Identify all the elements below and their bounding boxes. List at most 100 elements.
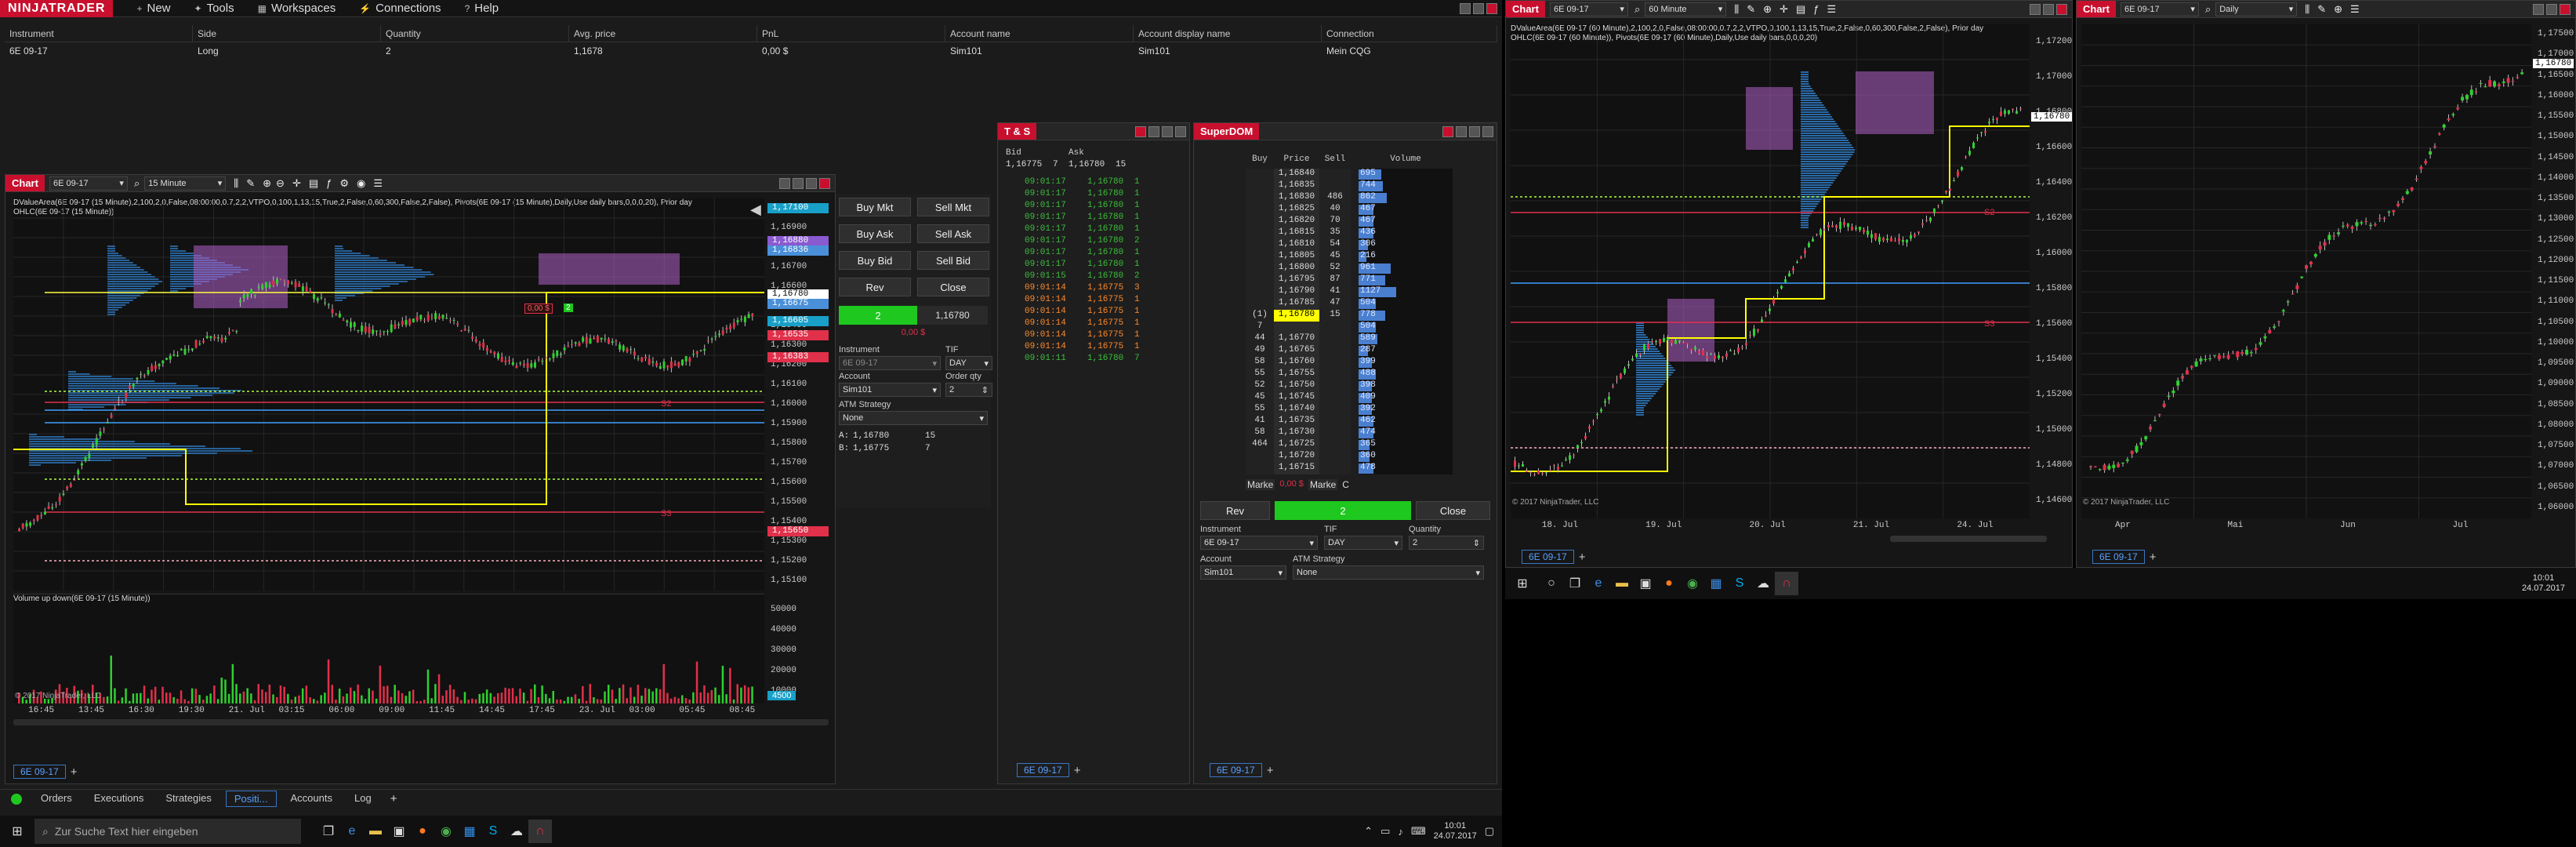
- sell-ask-button[interactable]: Sell Ask: [917, 224, 989, 243]
- instrument-selector[interactable]: 6E 09-17 ▾: [2120, 2, 2199, 16]
- dom-sell-cell[interactable]: [1319, 169, 1351, 180]
- explorer-icon[interactable]: ▬: [364, 820, 387, 843]
- dom-buy-cell[interactable]: [1246, 251, 1274, 263]
- dom-row[interactable]: 1,16790 41 1127: [1246, 286, 1497, 298]
- dom-row[interactable]: 1,16800 52 961: [1246, 263, 1497, 274]
- dom-tif-select[interactable]: DAY ▾: [1324, 536, 1402, 550]
- dom-sell-cell[interactable]: [1319, 345, 1351, 357]
- menu-item-tools[interactable]: ✦ Tools: [194, 2, 234, 15]
- data-box-icon[interactable]: ▤: [1796, 3, 1805, 16]
- zoom-out-icon[interactable]: ⊖: [276, 177, 285, 190]
- add-tab-icon[interactable]: +: [1579, 551, 1586, 564]
- dom-row[interactable]: 58 1,16730 474: [1246, 427, 1497, 439]
- dom-buy-cell[interactable]: 58: [1246, 357, 1274, 369]
- dom-atm-select[interactable]: None ▾: [1293, 565, 1484, 580]
- search-icon[interactable]: ⌕: [134, 177, 140, 190]
- add-tab-icon[interactable]: +: [71, 765, 78, 779]
- add-tab-icon[interactable]: +: [2150, 551, 2157, 564]
- dom-sell-cell[interactable]: 15: [1319, 310, 1351, 322]
- dom-row[interactable]: 1,16795 87 771: [1246, 274, 1497, 286]
- dom-buy-cell[interactable]: [1246, 298, 1274, 310]
- chart-tab[interactable]: 6E 09-17: [2092, 550, 2145, 564]
- taskbar-search-box[interactable]: ⌕ Zur Suche Text hier eingeben: [34, 819, 301, 844]
- time-axis[interactable]: 18. Jul 19. Jul 20. Jul 21. Jul 24. Jul: [1511, 520, 2030, 533]
- buy-mkt-button[interactable]: Buy Mkt: [839, 198, 911, 216]
- zoom-in-icon[interactable]: ⊕: [2334, 3, 2342, 16]
- dom-buy-cell[interactable]: [1246, 169, 1274, 180]
- price-panel[interactable]: DValueArea(6E 09-17 (60 Minute),2,100,2,…: [1511, 24, 2030, 518]
- interval-selector[interactable]: 15 Minute ▾: [144, 176, 227, 191]
- dom-buy-cell[interactable]: 45: [1246, 392, 1274, 404]
- properties-icon[interactable]: ☰: [1827, 3, 1836, 16]
- ct-tif-select[interactable]: DAY ▾: [945, 356, 992, 370]
- bar-type-icon[interactable]: ⫼: [2305, 3, 2309, 16]
- dom-market-sell[interactable]: Marke: [1308, 479, 1338, 490]
- ts-tab[interactable]: 6E 09-17: [1017, 763, 1069, 777]
- notifications-icon[interactable]: ▢: [1485, 825, 1494, 838]
- dom-row[interactable]: 1,16835 744: [1246, 180, 1497, 192]
- cc-tab[interactable]: Log: [346, 791, 379, 807]
- cc-tab[interactable]: Strategies: [158, 791, 220, 807]
- chart-trader-icon[interactable]: ◉: [357, 177, 365, 190]
- buy-ask-button[interactable]: Buy Ask: [839, 224, 911, 243]
- dom-sell-cell[interactable]: [1319, 404, 1351, 416]
- dom-buy-cell[interactable]: 49: [1246, 345, 1274, 357]
- time-axis[interactable]: Apr Mai Jun Jul: [2081, 520, 2531, 533]
- dom-row[interactable]: 58 1,16760 399: [1246, 357, 1497, 369]
- dom-buy-cell[interactable]: 7: [1246, 322, 1274, 333]
- dom-sell-cell[interactable]: [1319, 463, 1351, 474]
- skype-icon[interactable]: S: [1728, 572, 1751, 595]
- dom-row[interactable]: 7 504: [1246, 322, 1497, 333]
- dom-row[interactable]: 1,16785 47 504: [1246, 298, 1497, 310]
- search-icon[interactable]: ○: [1540, 572, 1563, 595]
- indicators-icon[interactable]: ƒ: [1813, 3, 1819, 15]
- dom-market-buy[interactable]: Marke: [1246, 479, 1275, 490]
- dom-instrument-select[interactable]: 6E 09-17 ▾: [1200, 536, 1318, 550]
- menu-item-help[interactable]: ? Help: [465, 2, 499, 15]
- dom-row[interactable]: 1,16715 478: [1246, 463, 1497, 474]
- horizontal-scrollbar[interactable]: [1890, 536, 2047, 542]
- dom-buy-cell[interactable]: [1246, 216, 1274, 227]
- dom-buy-cell[interactable]: [1246, 204, 1274, 216]
- dom-row[interactable]: 45 1,16745 409: [1246, 392, 1497, 404]
- volume-axis[interactable]: 50000400003000020000100004500: [764, 594, 835, 703]
- dom-sell-cell[interactable]: 35: [1319, 227, 1351, 239]
- close-button[interactable]: Close: [917, 278, 989, 296]
- dom-buy-cell[interactable]: [1246, 180, 1274, 192]
- dom-sell-cell[interactable]: [1319, 416, 1351, 427]
- dom-tab[interactable]: 6E 09-17: [1210, 763, 1262, 777]
- dom-buy-cell[interactable]: [1246, 451, 1274, 463]
- dom-ladder[interactable]: 1,16840 695 1,16835 744 1,16830 486 862 1,16825…: [1246, 169, 1497, 474]
- bar-type-icon[interactable]: ⫼: [234, 177, 238, 190]
- column-header[interactable]: Account name: [945, 25, 1134, 42]
- position-marker[interactable]: 2: [564, 304, 573, 312]
- store-icon[interactable]: ▣: [1634, 572, 1657, 595]
- interval-selector[interactable]: Daily ▾: [2215, 2, 2298, 16]
- dom-sell-cell[interactable]: 40: [1319, 204, 1351, 216]
- network-app-icon[interactable]: ☁: [505, 820, 528, 843]
- dom-sell-cell[interactable]: 54: [1319, 239, 1351, 251]
- cc-tab[interactable]: Orders: [33, 791, 80, 807]
- crosshair-icon[interactable]: ✛: [292, 177, 301, 190]
- dom-sell-cell[interactable]: 47: [1319, 298, 1351, 310]
- dom-sell-cell[interactable]: 486: [1319, 192, 1351, 204]
- dom-buy-cell[interactable]: [1246, 463, 1274, 474]
- crosshair-icon[interactable]: ✛: [1780, 3, 1788, 16]
- column-header[interactable]: PnL: [757, 25, 945, 42]
- dom-row[interactable]: 49 1,16765 287: [1246, 345, 1497, 357]
- dom-buy-cell[interactable]: [1246, 274, 1274, 286]
- bar-type-icon[interactable]: ⫼: [1734, 3, 1739, 16]
- column-header[interactable]: Instrument: [5, 25, 193, 42]
- dom-sell-cell[interactable]: [1319, 439, 1351, 451]
- start-icon[interactable]: ⊞: [0, 820, 34, 843]
- column-header[interactable]: Quantity: [381, 25, 569, 42]
- ct-order-qty-stepper[interactable]: 2 ⇕: [945, 383, 992, 397]
- dom-buy-cell[interactable]: 55: [1246, 404, 1274, 416]
- ninjatrader-taskbar-icon[interactable]: ∩: [1775, 572, 1798, 595]
- edge-icon[interactable]: e: [1587, 572, 1610, 595]
- cc-tab[interactable]: Accounts: [283, 791, 340, 807]
- indicators-icon[interactable]: ƒ: [326, 177, 332, 189]
- cc-tab[interactable]: Executions: [86, 791, 152, 807]
- explorer-icon[interactable]: ▬: [1610, 572, 1634, 595]
- task-view-icon[interactable]: ❐: [317, 820, 340, 843]
